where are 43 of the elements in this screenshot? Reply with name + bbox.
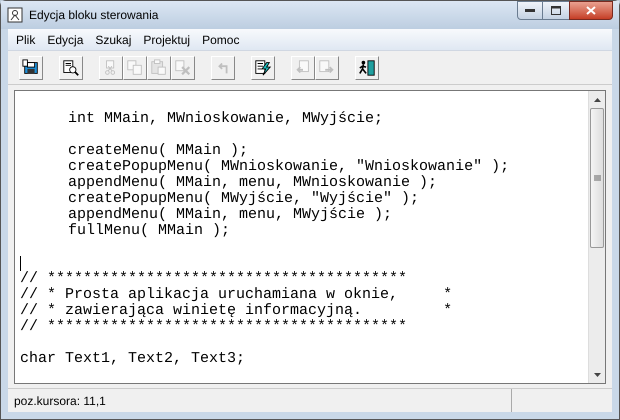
code-line: createPopupMenu( MWnioskowanie, "Wnioskowanie" ); [68,159,510,175]
code-line: // **************************************** [20,271,408,287]
toolbar-button[interactable] [251,56,275,80]
copy-icon [126,58,144,76]
code-line: appendMenu( MMain, menu, MWnioskowanie ); [68,175,438,191]
maximize-icon [551,6,561,15]
text-cursor [20,256,21,270]
code-line: char Text1, Text2, Text3; [20,351,246,367]
close-icon [586,6,596,15]
cursor-position: poz.kursora: 11,1 [14,392,106,410]
code-line: createPopupMenu( MWyjście, "Wyjście" ); [68,191,420,207]
menu-item[interactable]: Plik [10,30,42,48]
lightning-document-icon [254,58,272,76]
toolbar-button[interactable] [59,56,83,80]
code-line: // **************************************** [20,319,408,335]
code-line: appendMenu( MMain, menu, MWyjście ); [68,207,392,223]
code-line: createMenu( MMain ); [68,143,248,159]
menu-item[interactable]: Edycja [41,30,90,48]
scroll-up-icon[interactable] [594,98,600,102]
code-line: fullMenu( MMain ); [68,223,230,239]
minimize-icon [525,8,535,12]
maximize-button[interactable] [543,1,569,20]
code-line: int MMain, MWnioskowanie, MWyjście; [68,111,384,127]
toolbar-button[interactable] [19,56,43,80]
vertical-scrollbar[interactable] [588,91,605,383]
clipboard-icon [150,58,168,76]
close-button[interactable] [569,1,613,20]
toolbar-button[interactable] [355,56,379,80]
app-icon [7,7,23,23]
walking-figure-door-icon [358,58,376,76]
magnifier-document-icon [62,58,80,76]
code-editor[interactable] [14,90,606,384]
menu-item[interactable]: Projektuj [137,30,196,48]
minimize-button[interactable] [517,1,543,20]
menu-item[interactable]: Pomoc [196,30,246,48]
scroll-down-icon[interactable] [594,372,600,376]
save-icon [22,58,40,76]
code-line: // * Prosta aplikacja uruchamiana w oknie, * [20,287,452,303]
code-line: // * zawierająca winietę informacyjną. * [20,303,452,319]
grip-icon [594,175,600,181]
document-x-icon [174,58,192,76]
menu-item[interactable]: Szukaj [89,30,138,48]
window-title: Edycja bloku sterowania [29,7,160,24]
